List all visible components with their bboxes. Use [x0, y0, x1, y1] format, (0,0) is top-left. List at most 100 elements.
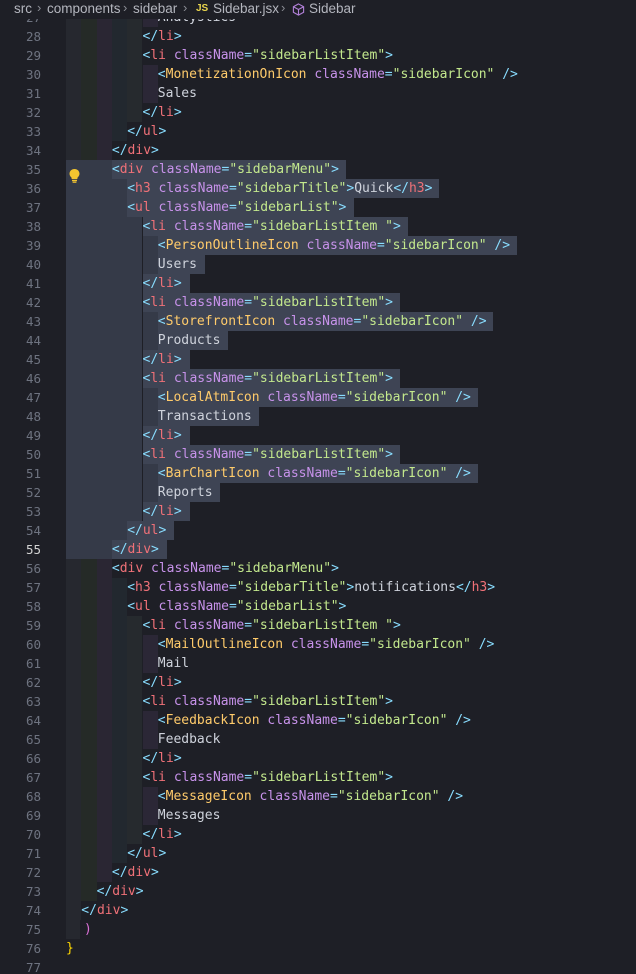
code-editor[interactable]: 27Analystics28</li>29<li className="side…	[0, 19, 636, 974]
code-line[interactable]: </div>	[112, 141, 159, 160]
indent-guide	[81, 198, 97, 217]
code-token: >	[331, 561, 339, 576]
code-line[interactable]: </div>	[112, 863, 159, 882]
code-line[interactable]: <BarChartIcon className="sidebarIcon" />	[158, 464, 471, 483]
code-line[interactable]: </li>	[143, 274, 182, 293]
code-line[interactable]: Feedback	[158, 730, 221, 749]
code-line[interactable]: Sales	[158, 84, 197, 103]
code-token: li	[158, 352, 174, 367]
code-token: <	[127, 181, 136, 196]
code-line[interactable]: </li>	[143, 426, 182, 445]
code-token: div	[127, 865, 152, 880]
code-line[interactable]: Mail	[158, 654, 189, 673]
code-line[interactable]: </ul>	[127, 122, 166, 141]
code-line[interactable]: <li className="sidebarListItem ">	[143, 616, 401, 635]
code-line[interactable]: </li>	[143, 350, 182, 369]
indent-guide	[66, 426, 82, 445]
code-line[interactable]: <FeedbackIcon className="sidebarIcon" />	[158, 711, 471, 730]
code-line[interactable]: Analystics	[158, 19, 236, 27]
code-line[interactable]: </li>	[143, 673, 182, 692]
code-line[interactable]: <div className="sidebarMenu">	[112, 559, 339, 578]
code-line[interactable]: </li>	[143, 825, 182, 844]
indent-guide	[96, 597, 112, 616]
code-line[interactable]: </div>	[97, 882, 144, 901]
line-number: 35	[25, 162, 41, 177]
code-line[interactable]: </li>	[143, 749, 182, 768]
code-line[interactable]: }	[66, 939, 74, 958]
breadcrumb-item-file[interactable]: Sidebar.jsx	[213, 1, 279, 16]
code-line[interactable]: Messages	[158, 806, 221, 825]
code-line[interactable]: <MonetizationOnIcon className="sidebarIc…	[158, 65, 518, 84]
code-line[interactable]: <ul className="sidebarList">	[127, 597, 346, 616]
code-line[interactable]: Products	[158, 331, 221, 350]
code-line[interactable]: <PersonOutlineIcon className="sidebarIco…	[158, 236, 510, 255]
code-line[interactable]: )	[84, 920, 92, 939]
indent-guide	[66, 825, 82, 844]
lightbulb-icon[interactable]	[68, 168, 81, 183]
line-number: 33	[25, 124, 41, 139]
breadcrumb-item-components[interactable]: components	[47, 1, 121, 16]
code-token: <	[127, 599, 136, 614]
code-line[interactable]: <MailOutlineIcon className="sidebarIcon"…	[158, 635, 495, 654]
breadcrumb-item-symbol[interactable]: Sidebar	[309, 1, 356, 16]
indent-guide	[127, 19, 143, 27]
code-line[interactable]: </ul>	[127, 521, 166, 540]
code-line[interactable]: <li className="sidebarListItem">	[143, 46, 393, 65]
code-line[interactable]: <ul className="sidebarList">	[127, 198, 346, 217]
breadcrumb-item-sidebar[interactable]: sidebar	[133, 1, 177, 16]
line-number: 58	[25, 599, 41, 614]
code-token: />	[470, 314, 487, 329]
code-line[interactable]: </ul>	[127, 844, 166, 863]
code-line[interactable]: Transactions	[158, 407, 252, 426]
code-token: "sidebarIcon"	[345, 390, 448, 405]
code-line[interactable]: <MessageIcon className="sidebarIcon" />	[158, 787, 463, 806]
indent-guide	[142, 787, 158, 806]
code-line[interactable]: <li className="sidebarListItem">	[143, 445, 393, 464]
indent-guide	[81, 179, 97, 198]
code-line[interactable]: <h3 className="sidebarTitle">notificatio…	[127, 578, 495, 597]
indent-guide	[81, 65, 97, 84]
code-token: Messages	[157, 808, 221, 823]
code-line[interactable]: Users	[158, 255, 197, 274]
code-line[interactable]: <li className="sidebarListItem ">	[143, 217, 401, 236]
code-token: ul	[142, 523, 159, 538]
indent-guide	[111, 350, 128, 369]
code-line[interactable]: </div>	[112, 540, 159, 559]
code-line[interactable]: <li className="sidebarListItem">	[143, 369, 393, 388]
indent-guide	[96, 350, 112, 369]
code-token: =	[228, 181, 237, 196]
code-token: >	[173, 428, 182, 443]
code-token: />	[455, 713, 471, 728]
code-line[interactable]: </li>	[143, 103, 182, 122]
line-number: 57	[25, 580, 41, 595]
code-line[interactable]: </li>	[143, 27, 182, 46]
code-line[interactable]: Reports	[158, 483, 213, 502]
breadcrumb-item-src[interactable]: src	[14, 1, 32, 16]
code-token: "sidebarListItem"	[252, 770, 386, 785]
code-line[interactable]: <li className="sidebarListItem">	[143, 293, 393, 312]
code-line[interactable]: <h3 className="sidebarTitle">Quick</h3>	[127, 179, 432, 198]
code-token: >	[151, 542, 159, 557]
indent-guide	[111, 825, 128, 844]
indent-guide	[81, 768, 97, 787]
code-token: className	[173, 295, 245, 310]
indent-guide	[142, 236, 158, 255]
code-line[interactable]: <StorefrontIcon className="sidebarIcon" …	[158, 312, 487, 331]
code-line[interactable]: </div>	[81, 901, 128, 920]
code-token: =	[244, 219, 253, 234]
code-line[interactable]: <div className="sidebarMenu">	[112, 160, 339, 179]
code-token: className	[173, 48, 245, 63]
code-token: "sidebarList"	[236, 200, 339, 215]
code-line[interactable]: <li className="sidebarListItem">	[143, 768, 393, 787]
code-token: >	[385, 371, 393, 386]
indent-guide	[81, 502, 97, 521]
code-line[interactable]: <li className="sidebarListItem">	[143, 692, 393, 711]
code-line[interactable]: <LocalAtmIcon className="sidebarIcon" />	[158, 388, 471, 407]
indent-guide	[66, 730, 82, 749]
indent-guide	[127, 502, 143, 521]
code-token: >	[385, 694, 393, 709]
code-line[interactable]: </li>	[143, 502, 182, 521]
